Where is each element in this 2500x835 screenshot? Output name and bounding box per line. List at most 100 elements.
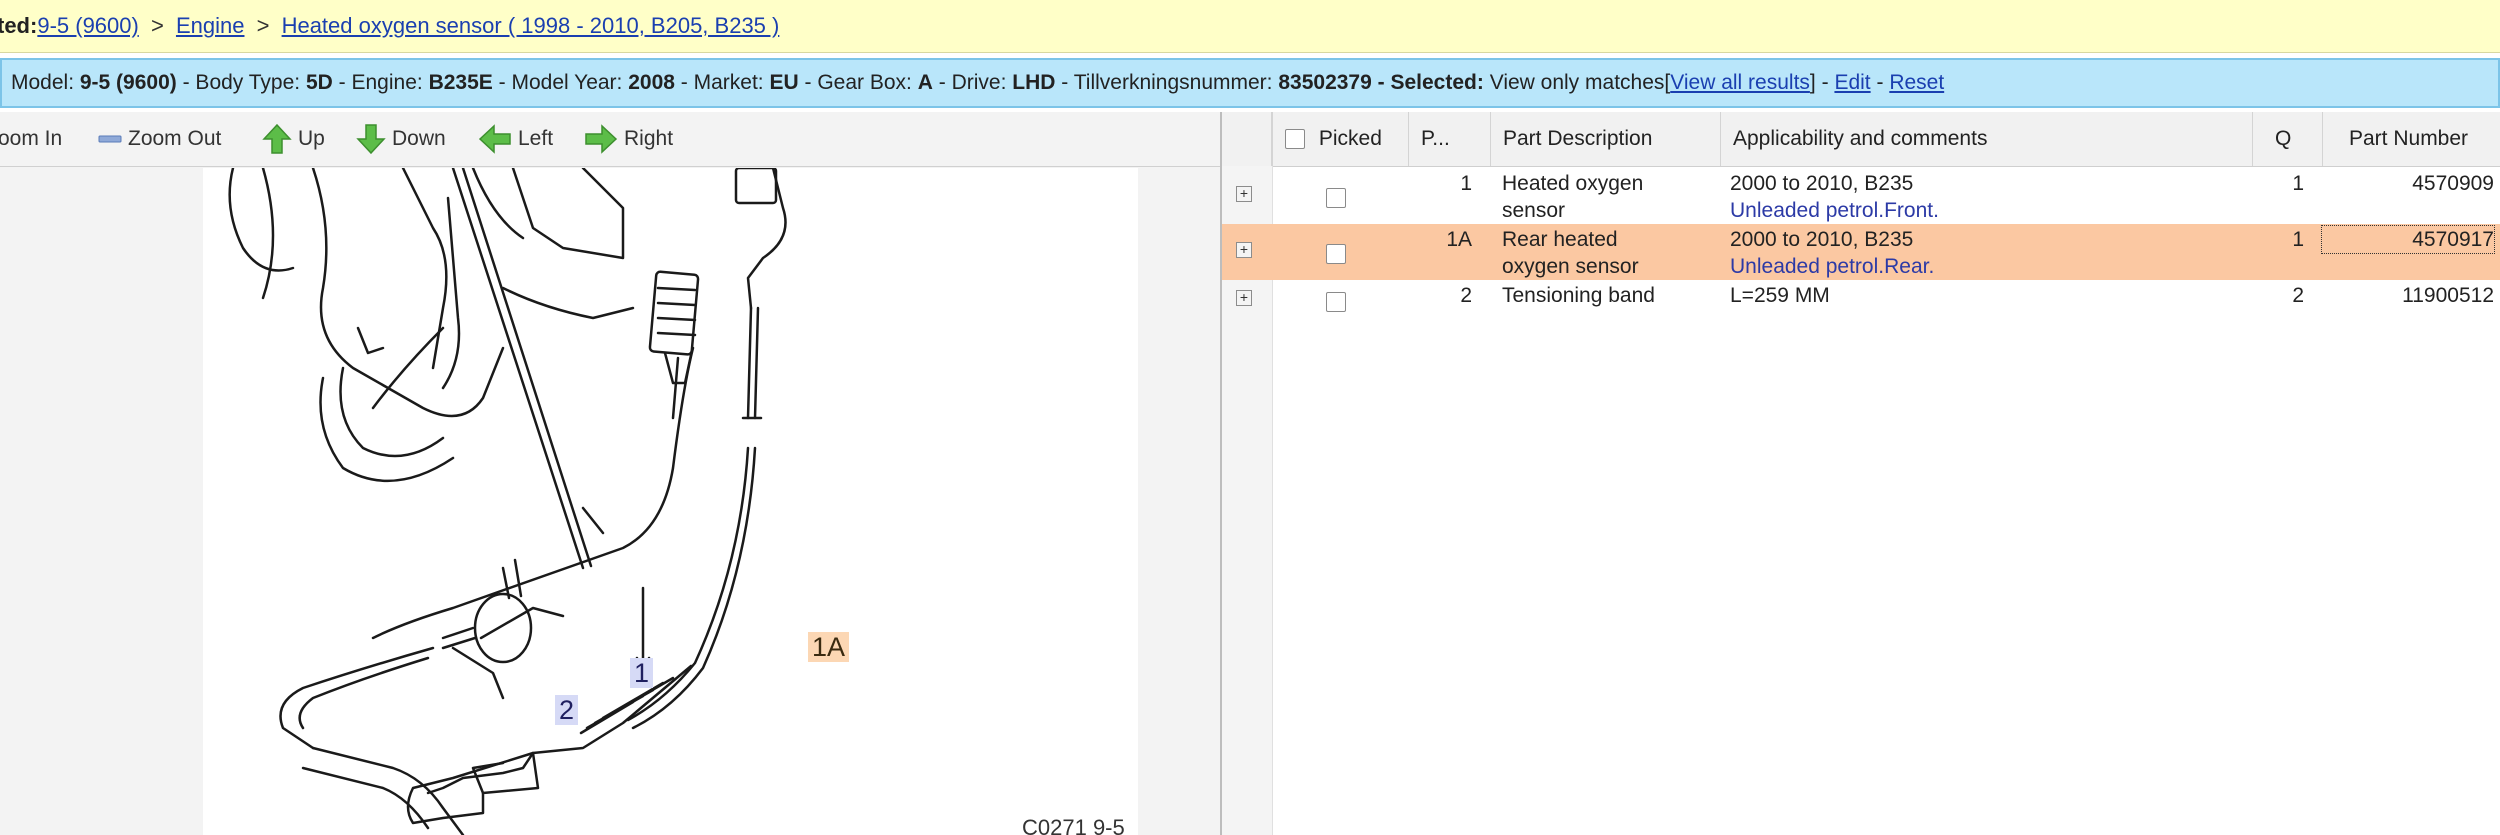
parts-table: Picked P... Part Description Applicabili… xyxy=(1222,112,2500,835)
header-applicability[interactable]: Applicability and comments xyxy=(1720,112,2252,166)
part-number-cell[interactable]: 4570909 xyxy=(2322,170,2494,197)
engine-value: B235E xyxy=(428,71,493,94)
illustration-toolbar: oom In Zoom Out Up Down Left Right xyxy=(0,112,1220,167)
expand-icon[interactable]: + xyxy=(1236,242,1252,258)
breadcrumb-lead: ted: xyxy=(0,13,38,38)
body-value: 5D xyxy=(305,71,333,94)
comment-line: Unleaded petrol.Rear. xyxy=(1730,255,1935,278)
minus-icon xyxy=(98,135,122,143)
header-description[interactable]: Part Description xyxy=(1490,112,1720,166)
engine-label: - Engine: xyxy=(338,71,423,94)
applicability-cell: 2000 to 2010, B235 Unleaded petrol.Front… xyxy=(1730,170,1939,224)
applicability-cell: 2000 to 2010, B235 Unleaded petrol.Rear. xyxy=(1730,226,1934,280)
picked-checkbox[interactable] xyxy=(1326,244,1346,265)
drive-label: - Drive: xyxy=(938,71,1007,94)
illustration-panel: oom In Zoom Out Up Down Left Right 1 2 1… xyxy=(0,112,1222,835)
breadcrumb-separator: > xyxy=(150,13,164,38)
reset-link[interactable]: Reset xyxy=(1889,71,1944,94)
selected-label: - Selected: xyxy=(1377,71,1484,94)
description-line: sensor xyxy=(1502,199,1566,222)
description-line: Rear heated xyxy=(1502,228,1618,251)
up-label: Up xyxy=(298,127,325,150)
left-label: Left xyxy=(518,127,554,150)
description-line: Tensioning band xyxy=(1502,284,1655,307)
breadcrumb-engine-link[interactable]: Engine xyxy=(176,13,245,38)
description-line: Heated oxygen xyxy=(1502,172,1644,195)
breadcrumb-page-link[interactable]: Heated oxygen sensor ( 1998 - 2010, B205… xyxy=(282,13,780,38)
view-all-results-link[interactable]: View all results xyxy=(1670,71,1810,94)
table-row[interactable]: + 1 Heated oxygen sensor 2000 to 2010, B… xyxy=(1222,168,2500,224)
breadcrumb-model-link[interactable]: 9-5 (9600) xyxy=(37,13,139,38)
separator: - xyxy=(1876,71,1884,94)
zoom-out-label: Zoom Out xyxy=(128,127,222,150)
expand-icon[interactable]: + xyxy=(1236,186,1252,202)
description-cell: Heated oxygen sensor xyxy=(1502,170,1643,224)
header-quantity[interactable]: Q xyxy=(2252,112,2322,166)
comment-line: Unleaded petrol.Front. xyxy=(1730,199,1939,222)
separator: - xyxy=(1821,71,1829,94)
oxygen-sensor-illustration xyxy=(228,168,787,835)
applicability-cell: L=259 MM xyxy=(1730,282,1830,309)
header-position[interactable]: P... xyxy=(1408,112,1490,166)
header-picked-label: Picked xyxy=(1318,127,1382,150)
part-number-cell[interactable]: 11900512 xyxy=(2322,282,2494,309)
year-value: 2008 xyxy=(628,71,675,94)
expand-icon[interactable]: + xyxy=(1236,290,1252,306)
applicability-line: 2000 to 2010, B235 xyxy=(1730,228,1914,251)
gearbox-label: - Gear Box: xyxy=(804,71,912,94)
arrow-up-icon xyxy=(262,124,292,155)
parts-diagram[interactable]: 1 2 1A C0271 9-5 xyxy=(203,168,1138,835)
quantity-cell: 1 xyxy=(2292,228,2304,251)
market-value: EU xyxy=(769,71,799,94)
zoom-in-label: oom In xyxy=(0,127,63,150)
position-cell: 1A xyxy=(1446,228,1472,251)
picked-checkbox[interactable] xyxy=(1326,292,1346,313)
callout-1a[interactable]: 1A xyxy=(808,632,850,662)
picked-checkbox[interactable] xyxy=(1326,188,1346,209)
arrow-down-icon xyxy=(356,124,386,155)
right-label: Right xyxy=(624,127,674,150)
up-button[interactable]: Up xyxy=(262,112,325,166)
table-header: Picked P... Part Description Applicabili… xyxy=(1222,112,2500,167)
right-button[interactable]: Right xyxy=(584,112,673,166)
arrow-right-icon xyxy=(585,124,618,155)
description-cell: Tensioning band xyxy=(1502,282,1655,309)
header-part-number[interactable]: Part Number xyxy=(2322,112,2500,166)
market-label: - Market: xyxy=(680,71,764,94)
selected-value: View only matches xyxy=(1489,71,1665,94)
header-picked[interactable]: Picked xyxy=(1272,112,1408,166)
down-label: Down xyxy=(392,127,446,150)
gearbox-value: A xyxy=(917,71,933,94)
position-cell: 2 xyxy=(1460,284,1472,307)
left-button[interactable]: Left xyxy=(478,112,553,166)
year-label: - Model Year: xyxy=(498,71,623,94)
breadcrumb: ted:9-5 (9600) > Engine > Heated oxygen … xyxy=(0,0,2500,53)
bracket: ] xyxy=(1809,71,1816,94)
callout-2[interactable]: 2 xyxy=(555,695,579,725)
zoom-in-button[interactable]: oom In xyxy=(0,112,62,166)
arrow-left-icon xyxy=(478,124,511,155)
down-button[interactable]: Down xyxy=(356,112,446,166)
zoom-out-button[interactable]: Zoom Out xyxy=(98,112,221,166)
edit-link[interactable]: Edit xyxy=(1834,71,1870,94)
tvn-value: 83502379 xyxy=(1278,71,1372,94)
part-number-cell[interactable]: 4570917 xyxy=(2321,225,2495,254)
quantity-cell: 2 xyxy=(2292,284,2304,307)
figure-code: C0271 9-5 xyxy=(1022,815,1125,835)
body-label: - Body Type: xyxy=(182,71,301,94)
applicability-line: 2000 to 2010, B235 xyxy=(1730,172,1914,195)
table-row[interactable]: + 2 Tensioning band L=259 MM 2 11900512 xyxy=(1222,280,2500,316)
table-row[interactable]: + 1A Rear heated oxygen sensor 2000 to 2… xyxy=(1222,224,2500,280)
position-cell: 1 xyxy=(1460,172,1472,195)
description-cell: Rear heated oxygen sensor xyxy=(1502,226,1639,280)
description-line: oxygen sensor xyxy=(1502,255,1639,278)
model-value: 9-5 (9600) xyxy=(79,71,177,94)
callout-1[interactable]: 1 xyxy=(630,658,654,688)
applicability-line: L=259 MM xyxy=(1730,284,1830,307)
select-all-checkbox[interactable] xyxy=(1285,129,1305,150)
tvn-label: - Tillverkningsnummer: xyxy=(1061,71,1273,94)
vehicle-info-bar: Model: 9-5 (9600) - Body Type: 5D - Engi… xyxy=(0,58,2500,108)
breadcrumb-separator: > xyxy=(256,13,270,38)
drive-value: LHD xyxy=(1012,71,1056,94)
model-label: Model: xyxy=(11,71,75,94)
